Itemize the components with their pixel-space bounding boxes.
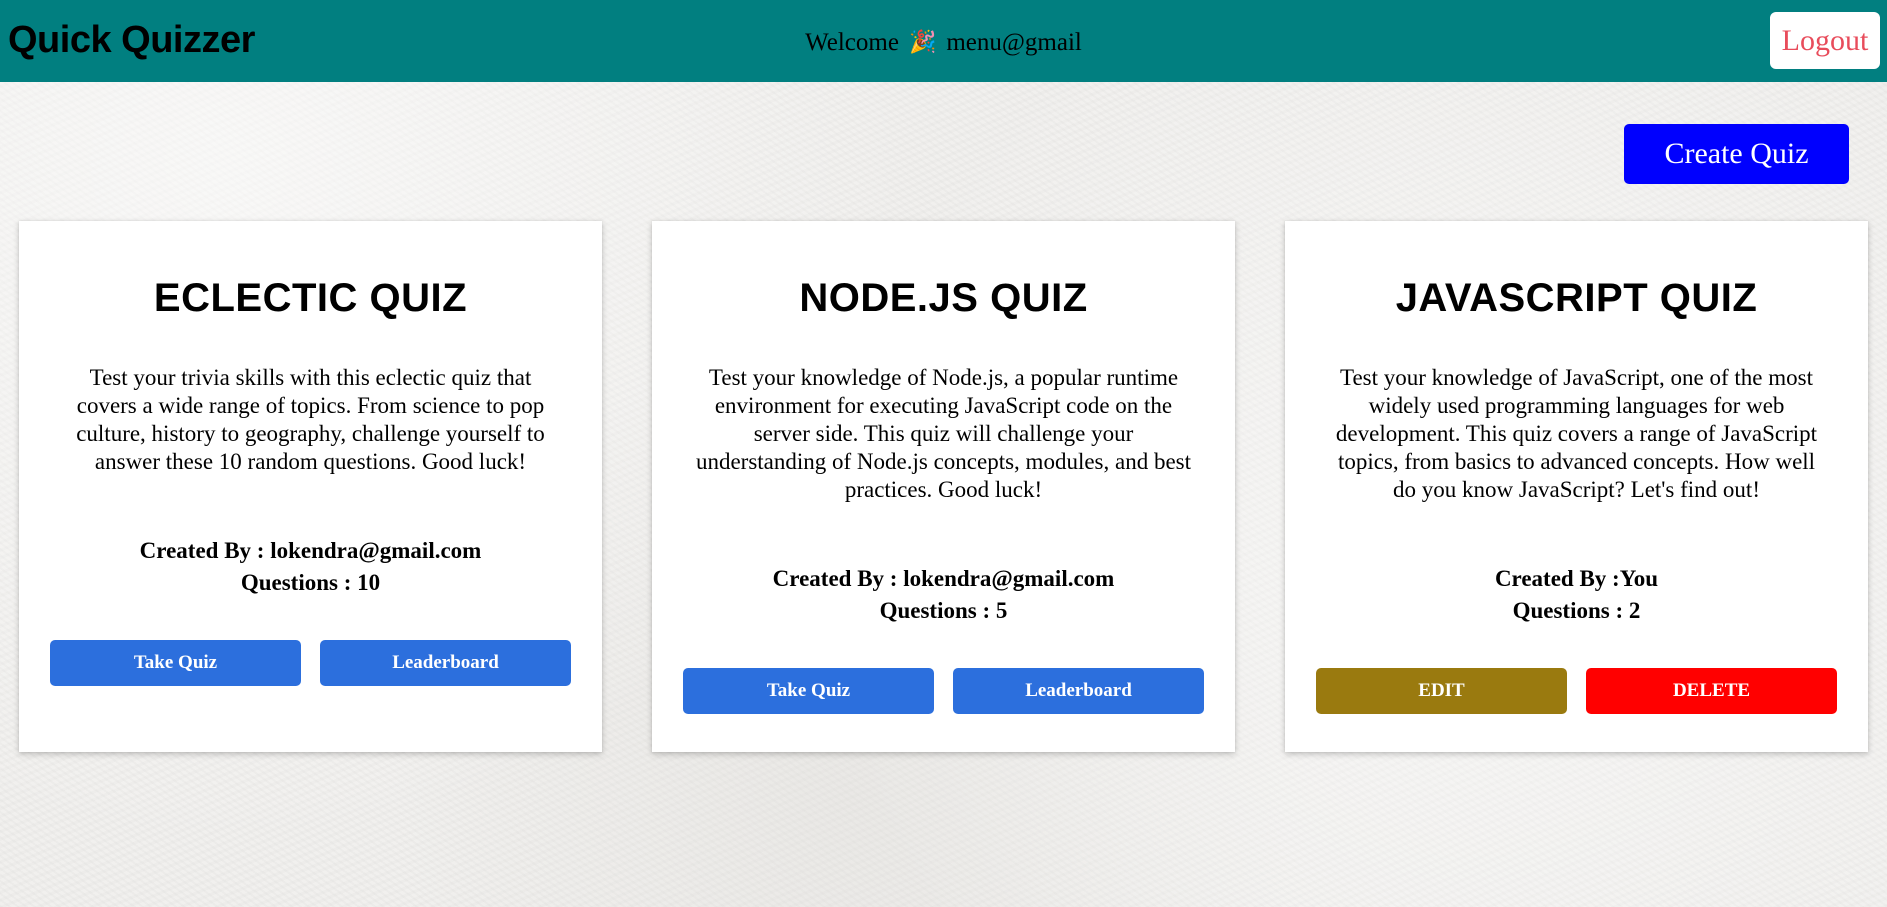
party-popper-icon: 🎉: [908, 29, 937, 54]
top-navbar: Quick Quizzer Welcome 🎉 menu@gmail Logout: [0, 0, 1887, 82]
user-email: menu@gmail: [946, 29, 1082, 56]
app-title: Quick Quizzer: [8, 19, 255, 61]
quiz-description: Test your knowledge of Node.js, a popula…: [695, 365, 1192, 502]
quiz-card-javascript: JAVASCRIPT QUIZ Test your knowledge of J…: [1285, 221, 1868, 752]
quiz-title: JAVASCRIPT QUIZ: [1395, 276, 1758, 320]
quiz-creator: Created By :You: [1494, 566, 1659, 591]
quiz-question-count: Questions : 2: [1512, 598, 1641, 623]
quiz-question-count: Questions : 10: [240, 570, 381, 595]
quiz-meta: Created By :You Questions : 2: [1285, 563, 1868, 627]
welcome-label: Welcome: [805, 29, 899, 56]
quiz-actions: EDIT DELETE: [1316, 668, 1837, 714]
delete-quiz-button[interactable]: DELETE: [1586, 668, 1837, 714]
quiz-title: ECLECTIC QUIZ: [153, 276, 468, 320]
quiz-question-count: Questions : 5: [879, 598, 1008, 623]
quiz-creator: Created By : lokendra@gmail.com: [139, 538, 482, 563]
take-quiz-button[interactable]: Take Quiz: [50, 640, 301, 686]
leaderboard-button[interactable]: Leaderboard: [320, 640, 571, 686]
quiz-card-nodejs: NODE.JS QUIZ Test your knowledge of Node…: [652, 221, 1235, 752]
quiz-description: Test your knowledge of JavaScript, one o…: [1335, 365, 1818, 502]
leaderboard-button[interactable]: Leaderboard: [953, 668, 1204, 714]
create-quiz-button[interactable]: Create Quiz: [1624, 124, 1849, 184]
quiz-actions: Take Quiz Leaderboard: [683, 668, 1204, 714]
quiz-description: Test your trivia skills with this eclect…: [76, 365, 545, 474]
logout-button[interactable]: Logout: [1770, 12, 1880, 69]
take-quiz-button[interactable]: Take Quiz: [683, 668, 934, 714]
quiz-meta: Created By : lokendra@gmail.com Question…: [19, 535, 602, 599]
quiz-card-eclectic: ECLECTIC QUIZ Test your trivia skills wi…: [19, 221, 602, 752]
quiz-title: NODE.JS QUIZ: [799, 276, 1088, 320]
welcome-message: Welcome 🎉 menu@gmail: [0, 26, 1887, 59]
edit-quiz-button[interactable]: EDIT: [1316, 668, 1567, 714]
quiz-creator: Created By : lokendra@gmail.com: [772, 566, 1115, 591]
quiz-meta: Created By : lokendra@gmail.com Question…: [652, 563, 1235, 627]
quiz-actions: Take Quiz Leaderboard: [50, 640, 571, 686]
